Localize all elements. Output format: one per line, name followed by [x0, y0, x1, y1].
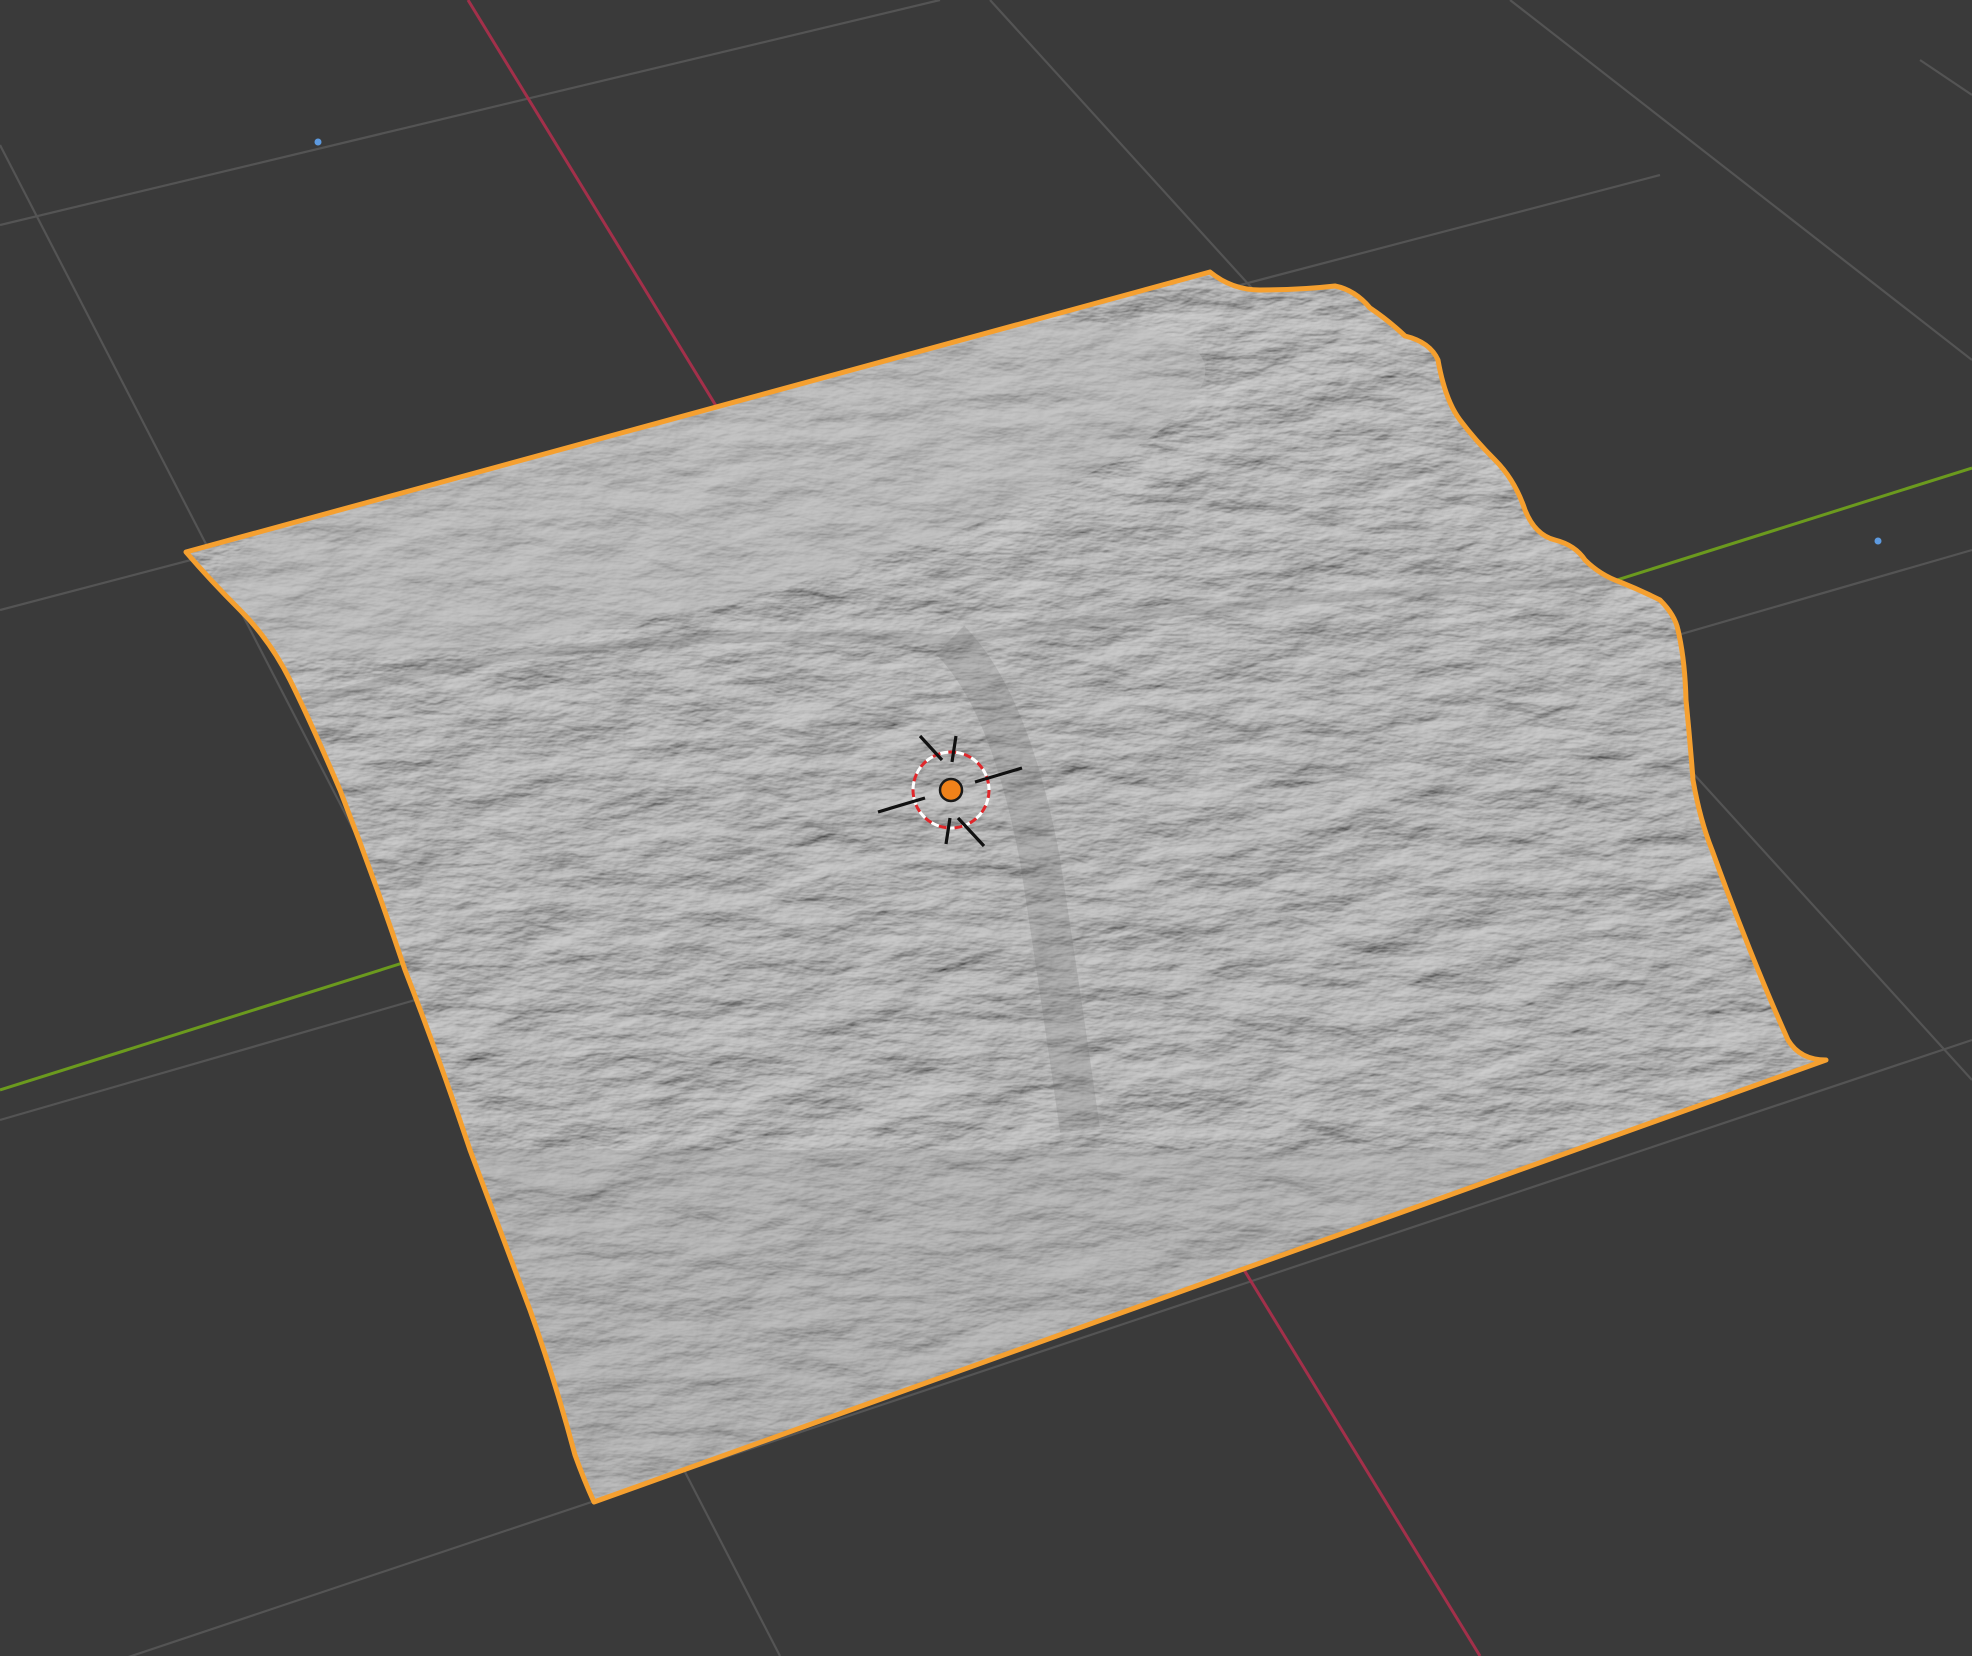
terrain-mesh[interactable]	[150, 250, 1870, 1550]
3d-viewport[interactable]	[0, 0, 1972, 1656]
light-marker-icon[interactable]	[1874, 537, 1882, 545]
light-marker-icon[interactable]	[314, 138, 322, 146]
viewport-canvas[interactable]	[0, 0, 1972, 1656]
object-origin-icon	[938, 777, 964, 803]
